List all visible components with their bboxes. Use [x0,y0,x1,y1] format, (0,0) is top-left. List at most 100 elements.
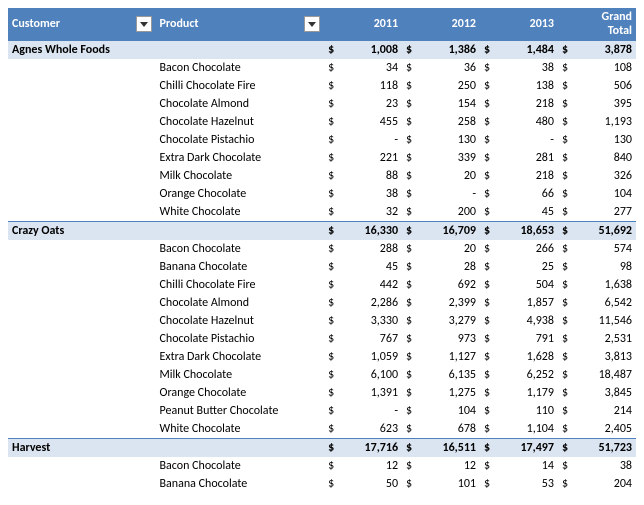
value-cell: 51,692 [577,222,636,241]
value-cell: 288 [343,240,402,258]
header-2013[interactable]: 2013 [499,8,558,41]
header-grand-total[interactable]: Grand Total [577,8,636,41]
value-cell: 455 [343,113,402,131]
customer-cell [8,59,156,77]
currency-symbol: $ [402,258,421,276]
currency-symbol: $ [324,457,343,475]
currency-symbol: $ [402,439,421,458]
currency-symbol: $ [402,294,421,312]
value-cell: 53 [499,475,558,493]
currency-symbol: $ [324,240,343,258]
product-name: Bacon Chocolate [156,457,325,475]
header-2011[interactable]: 2011 [343,8,402,41]
currency-symbol: $ [480,149,499,167]
value-cell: 51,723 [577,439,636,458]
customer-cell [8,131,156,149]
value-cell: 138 [499,77,558,95]
data-row: Orange Chocolate$1,391$1,275$1,179$3,845 [8,384,636,402]
currency-symbol: $ [480,113,499,131]
value-cell: 18,487 [577,366,636,384]
product-name: Chocolate Almond [156,294,325,312]
header-product[interactable]: Product [156,8,325,41]
currency-symbol: $ [324,95,343,113]
customer-name: Harvest [8,439,156,458]
value-cell: 28 [421,258,480,276]
value-cell: 104 [421,402,480,420]
value-cell: 258 [421,113,480,131]
product-name: Chilli Chocolate Fire [156,276,325,294]
value-cell: 1,857 [499,294,558,312]
customer-cell [8,167,156,185]
value-cell: 34 [343,59,402,77]
product-name: Chocolate Hazelnut [156,113,325,131]
customer-cell [8,475,156,493]
customer-cell [8,402,156,420]
data-row: Banana Chocolate$45$28$25$98 [8,258,636,276]
currency-symbol: $ [324,222,343,241]
product-name: Milk Chocolate [156,167,325,185]
value-cell: 16,709 [421,222,480,241]
currency-symbol: $ [324,475,343,493]
currency-symbol: $ [324,439,343,458]
currency-symbol: $ [558,113,577,131]
value-cell: 1,127 [421,348,480,366]
filter-dropdown-product[interactable] [304,16,320,32]
value-cell: 480 [499,113,558,131]
currency-symbol: $ [480,439,499,458]
currency-symbol: $ [480,276,499,294]
subtotal-row: Crazy Oats$16,330$16,709$18,653$51,692 [8,222,636,241]
currency-symbol: $ [402,312,421,330]
currency-symbol: $ [480,222,499,241]
subtotal-row: Agnes Whole Foods$1,008$1,386$1,484$3,87… [8,41,636,60]
value-cell: 1,179 [499,384,558,402]
currency-symbol: $ [402,276,421,294]
value-cell: 130 [421,131,480,149]
product-name: Chocolate Pistachio [156,330,325,348]
data-row: Bacon Chocolate$288$20$266$574 [8,240,636,258]
currency-symbol: $ [324,384,343,402]
value-cell: 17,716 [343,439,402,458]
value-cell: 3,845 [577,384,636,402]
filter-dropdown-customer[interactable] [136,16,152,32]
currency-symbol: $ [402,77,421,95]
value-cell: 45 [499,203,558,222]
currency-symbol: $ [558,77,577,95]
value-cell: 339 [421,149,480,167]
currency-symbol: $ [480,203,499,222]
value-cell: 101 [421,475,480,493]
customer-cell [8,420,156,439]
currency-symbol: $ [480,348,499,366]
value-cell: 692 [421,276,480,294]
currency-symbol: $ [558,420,577,439]
customer-cell [8,312,156,330]
product-name: Banana Chocolate [156,475,325,493]
currency-symbol: $ [402,131,421,149]
product-name: Extra Dark Chocolate [156,149,325,167]
value-cell: 204 [577,475,636,493]
value-cell: 3,878 [577,41,636,60]
data-row: Chilli Chocolate Fire$118$250$138$506 [8,77,636,95]
currency-symbol: $ [324,113,343,131]
value-cell: - [343,131,402,149]
value-cell: 38 [499,59,558,77]
currency-symbol: $ [402,402,421,420]
currency-symbol: $ [402,113,421,131]
currency-symbol: $ [480,402,499,420]
product-name: Chilli Chocolate Fire [156,77,325,95]
header-product-label: Product [160,17,199,31]
currency-symbol: $ [558,258,577,276]
value-cell: 20 [421,167,480,185]
value-cell: 1,008 [343,41,402,60]
currency-symbol: $ [480,185,499,203]
header-2012[interactable]: 2012 [421,8,480,41]
header-customer[interactable]: Customer [8,8,156,41]
currency-symbol: $ [402,475,421,493]
customer-cell [8,330,156,348]
value-cell: 2,399 [421,294,480,312]
value-cell: 840 [577,149,636,167]
product-name: Orange Chocolate [156,384,325,402]
product-name: Chocolate Pistachio [156,131,325,149]
product-name: Bacon Chocolate [156,240,325,258]
customer-cell [8,366,156,384]
header-sym-2011 [324,8,343,41]
